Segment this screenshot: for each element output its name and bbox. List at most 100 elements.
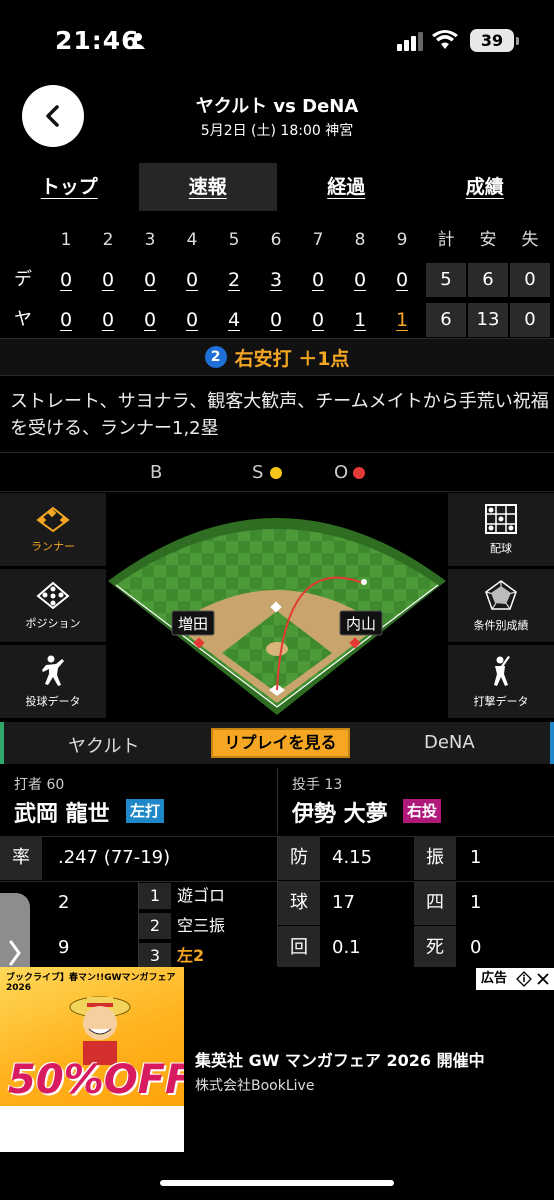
scoreboard-row-away: デ 0 0 0 0 2 3 0 0 0 5 6 0 <box>0 262 554 298</box>
inning-score[interactable]: 0 <box>172 302 212 338</box>
tab-live[interactable]: 速報 <box>138 163 277 211</box>
game-date-venue: 5月2日 (土) 18:00 神宮 <box>200 123 354 139</box>
hit-by-pitch-value: 0 <box>470 937 482 958</box>
pitch-chart-button[interactable]: 配球 <box>448 493 554 567</box>
inning-score[interactable]: 2 <box>214 262 254 298</box>
pitch-grid-icon <box>485 503 517 534</box>
matchup-panel: 打者 60 武岡 龍世 左打 投手 13 伊勢 大夢 右投 <box>0 768 554 834</box>
strike-label: S <box>252 462 264 483</box>
inning-score[interactable]: 0 <box>382 262 422 298</box>
inning-score[interactable]: 0 <box>88 262 128 298</box>
runner-button[interactable]: ランナー <box>0 493 106 567</box>
innings-value: 0.1 <box>332 937 361 958</box>
close-icon[interactable] <box>536 972 550 986</box>
total-hits: 13 <box>468 303 508 337</box>
pitch-count-label: 球 <box>278 881 320 925</box>
ball-count: B S O <box>0 452 554 492</box>
pitchers-mound <box>266 642 288 656</box>
batter-figure-icon <box>494 655 510 686</box>
inning-score[interactable]: 0 <box>256 302 296 338</box>
baseball-field: 増田 内山 <box>106 493 448 718</box>
inning-header: 2 <box>102 230 114 250</box>
inning-header: 9 <box>396 230 408 250</box>
position-button[interactable]: ポジション <box>0 569 106 643</box>
inning-header: 1 <box>60 230 72 250</box>
tab-stats[interactable]: 成績 <box>416 163 554 211</box>
batting-average-label: 率 <box>0 836 42 880</box>
ad-title[interactable]: 集英社 GW マンガフェア 2026 開催中 <box>195 1047 485 1071</box>
inning-score[interactable]: 0 <box>298 302 338 338</box>
total-runs: 6 <box>426 303 466 337</box>
ad-banner[interactable]: ブックライブ】春マン!!GWマンガフェア2026 50%OFF 広告 集英社 G… <box>0 967 554 1152</box>
wifi-icon <box>432 30 458 49</box>
chevron-right-icon <box>9 940 21 966</box>
batter-card[interactable]: 打者 60 武岡 龍世 左打 <box>14 768 274 834</box>
pitcher-figure-icon <box>42 655 64 686</box>
person-icon <box>131 33 145 49</box>
strike-dot-icon <box>270 467 282 479</box>
inning-score[interactable]: 4 <box>214 302 254 338</box>
runner-label: ランナー <box>31 539 75 553</box>
home-team-name[interactable]: ヤクルト <box>68 732 139 758</box>
strikeouts-value: 1 <box>470 847 482 868</box>
inning-score[interactable]: 0 <box>298 262 338 298</box>
strikeouts-label: 振 <box>414 836 456 880</box>
home-indicator[interactable] <box>160 1180 394 1186</box>
pitching-data-button[interactable]: 投球データ <box>0 645 106 719</box>
at-bat-number: 2 <box>139 913 171 939</box>
batter-number: 打者 60 <box>14 777 65 793</box>
away-team-name[interactable]: DeNA <box>424 732 475 753</box>
inning-score[interactable]: 0 <box>130 302 170 338</box>
ad-image[interactable]: ブックライブ】春マン!!GWマンガフェア2026 50%OFF <box>0 967 184 1152</box>
out-label: O <box>334 462 349 483</box>
field-diagram: 増田 内山 <box>108 518 446 715</box>
innings-label: 回 <box>278 926 320 970</box>
status-time: 21:46 <box>55 26 140 55</box>
ad-advertiser: 株式会社BookLive <box>195 1078 315 1094</box>
total-errors: 0 <box>510 303 550 337</box>
inning-score[interactable]: 0 <box>46 262 86 298</box>
batter-name: 武岡 龍世 <box>14 802 110 827</box>
runner-name-third: 増田 <box>178 615 208 633</box>
ad-label[interactable]: 広告 <box>476 968 554 990</box>
era-label: 防 <box>278 836 320 880</box>
replay-button[interactable]: リプレイを見る <box>211 728 350 758</box>
inning-score[interactable]: 3 <box>256 262 296 298</box>
team-abbr: デ <box>14 269 32 290</box>
pitcher-card[interactable]: 投手 13 伊勢 大夢 右投 <box>292 768 552 834</box>
out-dot-icon <box>353 467 365 479</box>
total-runs: 5 <box>426 263 466 297</box>
pitch-count-value: 17 <box>332 892 355 913</box>
batting-average-value: .247 (77-19) <box>58 847 171 868</box>
ad-discount: 50%OFF <box>8 1057 184 1103</box>
hit-by-pitch-label: 死 <box>414 926 456 970</box>
inning-score[interactable]: 0 <box>340 262 380 298</box>
radar-chart-icon <box>485 579 517 610</box>
split-stats-button[interactable]: 条件別成績 <box>448 569 554 643</box>
inning-header: 7 <box>312 230 324 250</box>
inning-score[interactable]: 0 <box>130 262 170 298</box>
ad-label-text: 広告 <box>481 971 508 986</box>
tab-progress[interactable]: 経過 <box>277 163 416 211</box>
pitcher-name: 伊勢 大夢 <box>292 802 388 827</box>
page-title: ヤクルト vs DeNA <box>195 96 359 117</box>
walks-value: 1 <box>470 892 482 913</box>
inning-header: 8 <box>354 230 366 250</box>
at-bat-number: 1 <box>139 883 171 909</box>
manga-character-illustration <box>69 996 131 1065</box>
inning-header: 4 <box>186 230 198 250</box>
inning-score[interactable]: 0 <box>88 302 128 338</box>
batting-data-label: 打撃データ <box>473 694 529 708</box>
split-stats-label: 条件別成績 <box>473 618 529 632</box>
runner-diamond-icon <box>36 506 70 532</box>
tab-top[interactable]: トップ <box>0 163 139 211</box>
batting-data-button[interactable]: 打撃データ <box>448 645 554 719</box>
inning-score-current[interactable]: 1 <box>382 302 422 338</box>
ball-landing <box>361 579 367 585</box>
total-hits: 6 <box>468 263 508 297</box>
inning-score[interactable]: 0 <box>172 262 212 298</box>
tab-bar: トップ 速報 経過 成績 <box>0 163 554 211</box>
inning-score[interactable]: 0 <box>46 302 86 338</box>
total-errors-header: 失 <box>521 230 539 250</box>
inning-score[interactable]: 1 <box>340 302 380 338</box>
